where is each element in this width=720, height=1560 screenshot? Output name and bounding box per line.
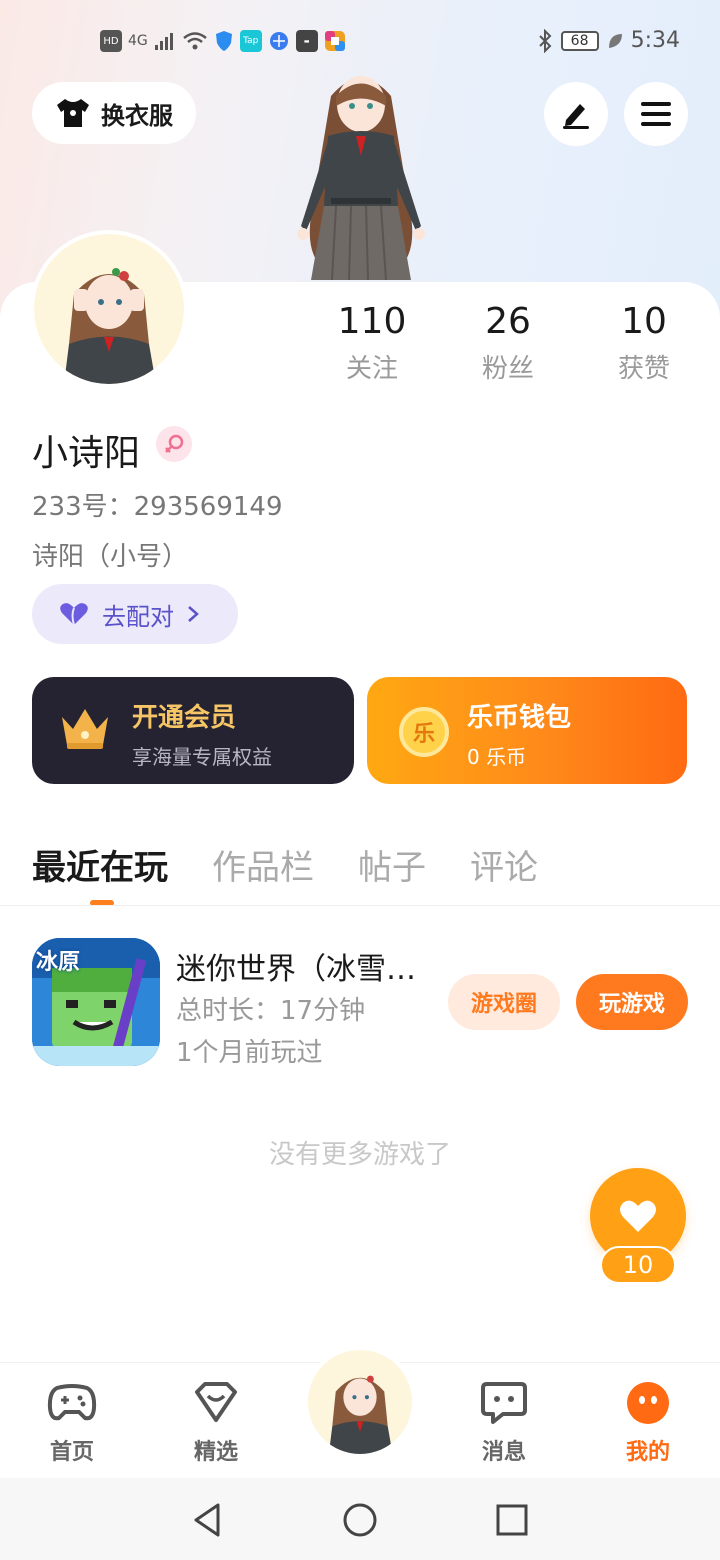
game-title[interactable]: 迷你世界（冰雪… <box>176 944 438 988</box>
profile-avatar[interactable] <box>30 230 188 388</box>
following-count: 110 <box>337 301 407 342</box>
browser-app-icon <box>269 32 288 50</box>
tab-posts[interactable]: 帖子 <box>358 840 426 889</box>
change-outfit-label: 换衣服 <box>101 101 173 130</box>
shirt-icon <box>57 99 89 127</box>
vip-membership-card[interactable]: 开通会员 享海量专属权益 <box>32 677 354 784</box>
followers-stat[interactable]: 26 粉丝 <box>438 300 578 385</box>
tabs-divider <box>0 905 720 906</box>
match-button[interactable]: 去配对 <box>32 584 238 644</box>
nav-home[interactable]: 首页 <box>22 1380 122 1466</box>
followers-count: 26 <box>485 301 531 342</box>
nav-avatar-image <box>328 1375 393 1454</box>
game-playtime: 总时长：17分钟 <box>176 996 366 1026</box>
profile-face-icon <box>627 1382 669 1424</box>
nav-avatar-center[interactable] <box>304 1346 416 1458</box>
play-game-button[interactable]: 玩游戏 <box>576 974 688 1030</box>
network-generation: 4G <box>128 33 148 49</box>
edit-profile-button[interactable] <box>544 82 608 146</box>
signal-icon <box>154 33 173 50</box>
tab-works[interactable]: 作品栏 <box>212 840 314 889</box>
system-navigation-bar <box>0 1478 720 1560</box>
crown-icon <box>62 709 108 749</box>
chat-bubble-icon <box>481 1382 527 1424</box>
nav-featured-label: 精选 <box>193 1440 238 1465</box>
avatar-portrait <box>34 234 184 384</box>
heart-gem-icon <box>195 1382 237 1422</box>
tab-recently-played[interactable]: 最近在玩 <box>32 840 168 889</box>
female-gender-icon <box>156 426 192 462</box>
game-cover-text: 冰原 <box>36 950 81 975</box>
username: 小诗阳 <box>32 433 141 474</box>
nav-home-label: 首页 <box>49 1440 94 1465</box>
nav-featured[interactable]: 精选 <box>166 1380 266 1466</box>
avatar-portrait-image <box>64 268 156 384</box>
no-more-games-text: 没有更多游戏了 <box>268 1140 451 1170</box>
following-stat[interactable]: 110 关注 <box>302 300 442 385</box>
user-nickname: 诗阳（小号） <box>32 542 189 572</box>
coin-icon: 乐 <box>399 707 449 757</box>
likes-count: 10 <box>621 301 667 342</box>
leaf-icon <box>608 33 622 48</box>
status-icons-right: 68 5:34 <box>537 28 680 53</box>
hamburger-menu-icon <box>641 102 671 126</box>
colorful-app-icon <box>324 31 345 51</box>
following-label: 关注 <box>345 354 398 384</box>
recents-square-icon[interactable] <box>492 1500 532 1540</box>
game-last-played: 1个月前玩过 <box>176 1038 323 1068</box>
home-circle-icon[interactable] <box>340 1500 380 1540</box>
huawei-app-icon: ▬ <box>295 30 318 52</box>
status-bar: HD 4G Tap ▬ 68 5:34 <box>0 22 720 62</box>
avatar-full-body-figure[interactable] <box>276 66 446 282</box>
nav-mine-label: 我的 <box>625 1440 670 1465</box>
clock: 5:34 <box>630 28 680 53</box>
content-tabs: 最近在玩 作品栏 帖子 评论 <box>32 840 538 889</box>
hd-indicator: HD <box>100 30 122 52</box>
game-circle-button[interactable]: 游戏圈 <box>448 974 560 1030</box>
user-id: 233号：293569149 <box>32 492 283 522</box>
likes-label: 获赞 <box>617 354 670 384</box>
pencil-icon <box>563 104 589 129</box>
back-triangle-icon[interactable] <box>188 1500 228 1540</box>
wifi-icon <box>182 32 207 50</box>
shield-app-icon <box>215 31 232 51</box>
followers-label: 粉丝 <box>481 354 534 384</box>
wallet-title: 乐币钱包 <box>467 703 572 733</box>
game-icon[interactable]: 冰原 <box>32 938 160 1066</box>
match-label: 去配对 <box>102 602 174 631</box>
menu-button[interactable] <box>624 82 688 146</box>
status-icons-left: HD 4G Tap ▬ <box>100 30 346 52</box>
like-count-badge: 10 <box>600 1246 676 1284</box>
battery-indicator: 68 <box>560 30 599 51</box>
gamepad-icon <box>47 1384 97 1421</box>
chevron-right-icon <box>188 606 199 622</box>
coin-wallet-card[interactable]: 乐 乐币钱包 0 乐币 <box>367 677 687 784</box>
change-outfit-button[interactable]: 换衣服 <box>32 82 196 144</box>
nav-messages[interactable]: 消息 <box>454 1380 554 1466</box>
tap-app-icon: Tap <box>239 30 262 52</box>
nav-messages-label: 消息 <box>481 1440 526 1465</box>
heart-pair-icon <box>60 603 88 626</box>
heart-icon <box>620 1200 656 1232</box>
likes-stat[interactable]: 10 获赞 <box>574 300 714 385</box>
vip-title: 开通会员 <box>132 703 237 733</box>
vip-subtitle: 享海量专属权益 <box>132 745 272 769</box>
nav-mine[interactable]: 我的 <box>598 1380 698 1466</box>
tab-comments[interactable]: 评论 <box>470 840 538 889</box>
bluetooth-icon <box>538 28 552 53</box>
wallet-balance: 0 乐币 <box>467 745 527 769</box>
